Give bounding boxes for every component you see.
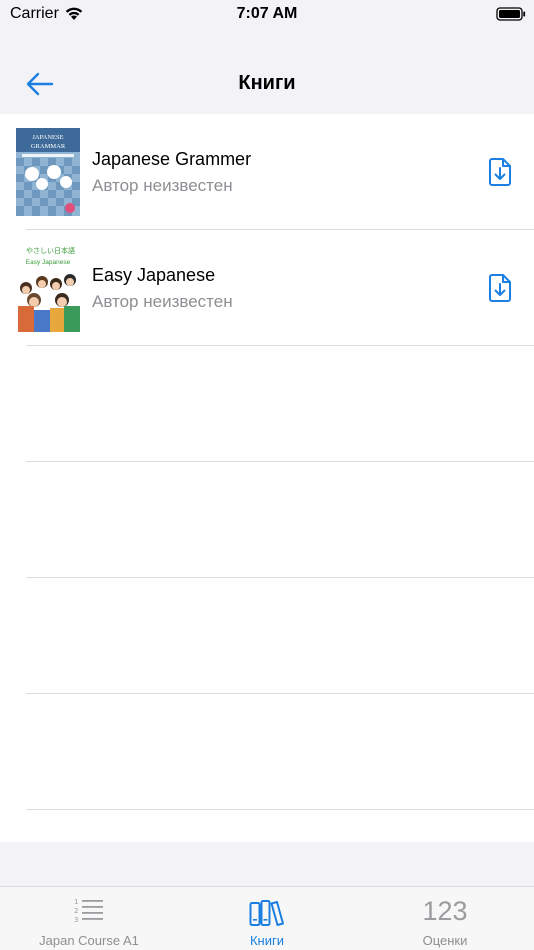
tab-grades[interactable]: 123 Оценки	[356, 887, 534, 950]
download-button[interactable]	[484, 154, 516, 190]
book-title: Japanese Grammer	[92, 149, 252, 169]
book-cover: JAPANESE GRAMMAR	[16, 128, 80, 216]
svg-text:3: 3	[74, 916, 78, 923]
clock: 7:07 AM	[236, 5, 298, 22]
row-divider	[26, 461, 534, 462]
tab-label: Japan Course A1	[39, 933, 139, 948]
tab-label: Книги	[249, 933, 285, 948]
cover-top-text: やさしい日本語	[26, 246, 75, 255]
row-divider	[26, 345, 534, 346]
book-cover-easy-japanese-image: やさしい日本語 Easy Japanese	[16, 244, 80, 332]
book-author: Автор неизвестен	[92, 292, 233, 311]
file-download-icon	[489, 158, 511, 186]
tab-books[interactable]: Книги	[178, 887, 356, 950]
list-item[interactable]: やさしい日本語 Easy Japanese Easy Japanese Авто…	[0, 230, 534, 346]
screen: Carrier 7:07 AM Книги JAPANESE GRAMMAR J…	[0, 0, 534, 950]
book-author: Автор неизвестен	[92, 176, 233, 195]
row-divider	[26, 809, 534, 810]
navigation-bar: Книги	[0, 30, 534, 114]
number-123-icon: 123	[422, 896, 468, 926]
download-button[interactable]	[484, 270, 516, 306]
file-download-icon	[489, 274, 511, 302]
cover-title-line1: JAPANESE	[32, 134, 63, 141]
tab-bar: 1 2 3 Japan Course A1 Книги 123 Оценки	[0, 886, 534, 950]
book-cover: やさしい日本語 Easy Japanese	[16, 244, 80, 332]
row-divider	[26, 577, 534, 578]
book-list: JAPANESE GRAMMAR Japanese Grammer Автор …	[0, 114, 534, 842]
svg-text:2: 2	[74, 907, 78, 915]
status-bar: Carrier 7:07 AM	[0, 0, 534, 30]
book-cover-grammar-image: JAPANESE GRAMMAR	[16, 128, 80, 216]
list-item[interactable]: JAPANESE GRAMMAR Japanese Grammer Автор …	[0, 114, 534, 230]
cover-title-line2: GRAMMAR	[31, 143, 66, 150]
row-divider	[26, 693, 534, 694]
cover-sub-text: Easy Japanese	[26, 259, 71, 266]
battery-icon	[496, 7, 526, 21]
tab-japan-course[interactable]: 1 2 3 Japan Course A1	[0, 887, 178, 950]
numbered-list-icon: 1 2 3	[74, 898, 103, 923]
books-icon	[249, 900, 284, 926]
book-title: Easy Japanese	[92, 265, 216, 285]
page-title: Книги	[238, 72, 296, 94]
tab-label: Оценки	[422, 933, 468, 948]
svg-text:1: 1	[74, 898, 78, 906]
